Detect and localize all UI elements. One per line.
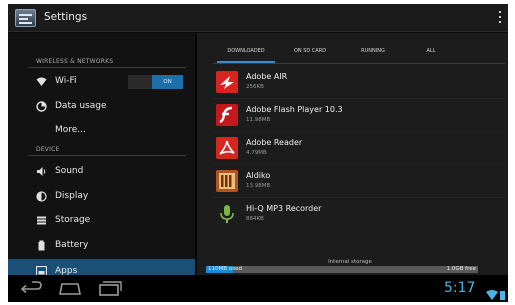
action-bar: Settings: [8, 4, 508, 32]
app-size: 884KB: [246, 216, 264, 222]
sidebar-item-label: Display: [55, 191, 89, 201]
app-name: Hi-Q MP3 Recorder: [246, 204, 322, 213]
wifi-icon: [36, 76, 47, 87]
wifi-toggle[interactable]: ON: [128, 75, 183, 89]
app-name: Adobe AIR: [246, 72, 288, 81]
storage-used-text: 110MB used: [208, 266, 242, 272]
row-divider: [214, 98, 504, 99]
sidebar-item-display[interactable]: Display: [8, 185, 195, 209]
app-name: Adobe Reader: [246, 138, 303, 147]
settings-sidebar: WIRELESS & NETWORKS Wi-Fi ON Data usage …: [8, 33, 195, 285]
tabs-divider: [213, 63, 505, 64]
home-icon[interactable]: [58, 281, 82, 296]
tab-running[interactable]: RUNNING: [346, 48, 400, 54]
sidebar-item-label: Storage: [55, 215, 91, 225]
section-header-wireless: WIRELESS & NETWORKS: [36, 58, 114, 65]
data-usage-icon: [36, 101, 47, 112]
aldiko-icon: [216, 170, 238, 192]
list-item-adobe-reader[interactable]: Adobe Reader 4.79MB: [214, 133, 504, 163]
storage-usage-bar: [206, 266, 478, 273]
back-icon[interactable]: [20, 281, 44, 296]
storage-icon: [36, 215, 47, 226]
sidebar-item-label: Sound: [55, 166, 84, 176]
page-title: Settings: [44, 11, 88, 23]
storage-free-text: 1.0GB free: [446, 266, 476, 272]
app-name: Aldiko: [246, 171, 271, 180]
toggle-on-label: ON: [152, 75, 183, 89]
clock[interactable]: 5:17: [444, 280, 475, 296]
app-size: 11.98MB: [246, 117, 271, 123]
app-size: 4.79MB: [246, 150, 267, 156]
list-item-adobe-flash-player[interactable]: Adobe Flash Player 10.3 11.98MB: [214, 100, 504, 130]
list-item-adobe-air[interactable]: Adobe AIR 256KB: [214, 67, 504, 97]
adobe-flash-icon: [216, 104, 238, 126]
sidebar-item-label: More...: [55, 125, 86, 135]
list-item-hi-q-mp3-recorder[interactable]: Hi-Q MP3 Recorder 884KB: [214, 199, 504, 229]
sidebar-item-battery[interactable]: Battery: [8, 234, 195, 258]
sidebar-item-label: Data usage: [55, 101, 107, 111]
speaker-icon: [36, 166, 47, 177]
section-header-device: DEVICE: [36, 146, 60, 153]
section-divider: [28, 155, 186, 156]
sidebar-item-sound[interactable]: Sound: [8, 160, 195, 184]
app-name: Adobe Flash Player 10.3: [246, 105, 343, 114]
settings-app-icon[interactable]: [15, 9, 36, 27]
sidebar-item-data-usage[interactable]: Data usage: [8, 95, 195, 119]
overflow-menu-icon[interactable]: [499, 11, 502, 25]
status-icons[interactable]: [486, 285, 506, 302]
recent-apps-icon[interactable]: [98, 281, 122, 296]
tab-downloaded[interactable]: DOWNLOADED: [219, 48, 273, 54]
app-size: 13.98MB: [246, 183, 271, 189]
tablet-screen: Settings WIRELESS & NETWORKS Wi-Fi ON Da…: [8, 4, 508, 302]
sidebar-item-wifi[interactable]: Wi-Fi ON: [8, 70, 195, 94]
system-bar: 5:17: [8, 275, 508, 302]
tab-on-sd-card[interactable]: ON SD CARD: [283, 48, 337, 54]
battery-icon: [36, 240, 47, 251]
microphone-icon: [216, 203, 238, 225]
adobe-air-icon: [216, 71, 238, 93]
row-divider: [214, 131, 504, 132]
tab-all[interactable]: ALL: [406, 48, 456, 54]
sidebar-item-storage[interactable]: Storage: [8, 209, 195, 233]
list-item-aldiko[interactable]: Aldiko 13.98MB: [214, 166, 504, 196]
row-divider: [214, 197, 504, 198]
display-icon: [36, 191, 47, 202]
row-divider: [214, 164, 504, 165]
sidebar-item-label: Wi-Fi: [55, 76, 77, 86]
storage-label: Internal storage: [328, 259, 372, 265]
section-divider: [28, 67, 186, 68]
app-filter-tabs: DOWNLOADED ON SD CARD RUNNING ALL: [213, 43, 505, 63]
apps-pane: DOWNLOADED ON SD CARD RUNNING ALL Adobe …: [197, 33, 508, 275]
app-size: 256KB: [246, 84, 264, 90]
sidebar-item-label: Battery: [55, 240, 89, 250]
adobe-reader-icon: [216, 137, 238, 159]
sidebar-item-more[interactable]: More...: [8, 119, 195, 143]
